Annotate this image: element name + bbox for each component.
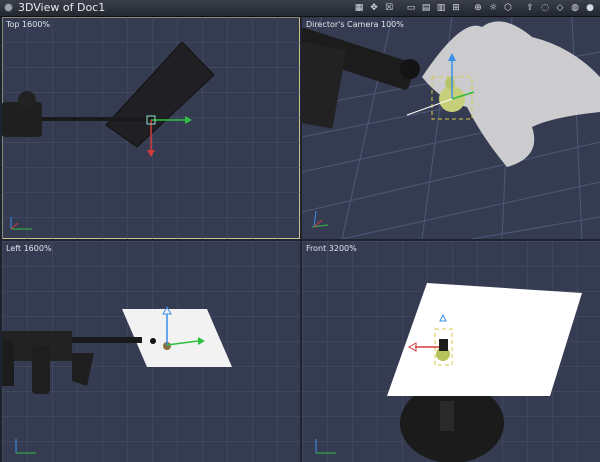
gun-grip: [440, 401, 454, 431]
viewport-top-scene: [2, 17, 300, 239]
viewport-camera[interactable]: Director's Camera 100%: [302, 17, 600, 239]
sphere-icon[interactable]: ◌: [539, 2, 551, 14]
view-toolbar: ▦ ✥ ☒ ▭ ▤ ▥ ⊞ ⊕ ☼ ⬡ ⇪ ◌ ◇ ◍ ●: [353, 1, 596, 15]
gizmo-icon[interactable]: ⊕: [472, 2, 484, 14]
layout-2-icon[interactable]: ▤: [420, 2, 432, 14]
window-menu-icon[interactable]: [4, 3, 13, 12]
toolbar-separator: [517, 2, 521, 14]
shade-icon[interactable]: ◍: [569, 2, 581, 14]
toolbar-separator: [398, 2, 402, 14]
bounding-box-icon[interactable]: ⬡: [502, 2, 514, 14]
viewport-front[interactable]: Front 3200%: [302, 241, 600, 462]
viewport-left-scene: [2, 241, 300, 462]
window-titlebar: 3DView of Doc1 ▦ ✥ ☒ ▭ ▤ ▥ ⊞ ⊕ ☼ ⬡ ⇪ ◌ ◇…: [0, 0, 600, 17]
viewport-left[interactable]: Left 1600%: [2, 241, 300, 462]
gun-barrel: [22, 117, 157, 121]
gun-drum: [18, 91, 36, 109]
layout-4-icon[interactable]: ⊞: [450, 2, 462, 14]
light-icon[interactable]: ☼: [487, 2, 499, 14]
toolbar-separator: [465, 2, 469, 14]
gun-drum: [32, 346, 50, 394]
camera-fit-icon[interactable]: ✥: [368, 2, 380, 14]
cube-icon[interactable]: ◇: [554, 2, 566, 14]
viewport-top-label: Top 1600%: [6, 20, 51, 29]
viewport-camera-label: Director's Camera 100%: [306, 20, 404, 29]
viewport-top[interactable]: Top 1600%: [2, 17, 300, 239]
muzzle: [400, 59, 420, 79]
gun-stock: [2, 341, 14, 386]
material-icon[interactable]: ●: [584, 2, 596, 14]
wireframe-icon[interactable]: ☒: [383, 2, 395, 14]
gun-body-3d: [302, 42, 347, 129]
viewport-front-label: Front 3200%: [306, 244, 357, 253]
viewport-camera-scene: [302, 17, 600, 239]
layout-3-icon[interactable]: ▥: [435, 2, 447, 14]
window-title: 3DView of Doc1: [18, 1, 106, 14]
gun-barrel: [62, 337, 142, 343]
axis-icon[interactable]: ⇪: [524, 2, 536, 14]
grid-icon[interactable]: ▦: [353, 2, 365, 14]
viewport-left-label: Left 1600%: [6, 244, 52, 253]
layout-1-icon[interactable]: ▭: [405, 2, 417, 14]
viewport-front-scene: [302, 241, 600, 462]
